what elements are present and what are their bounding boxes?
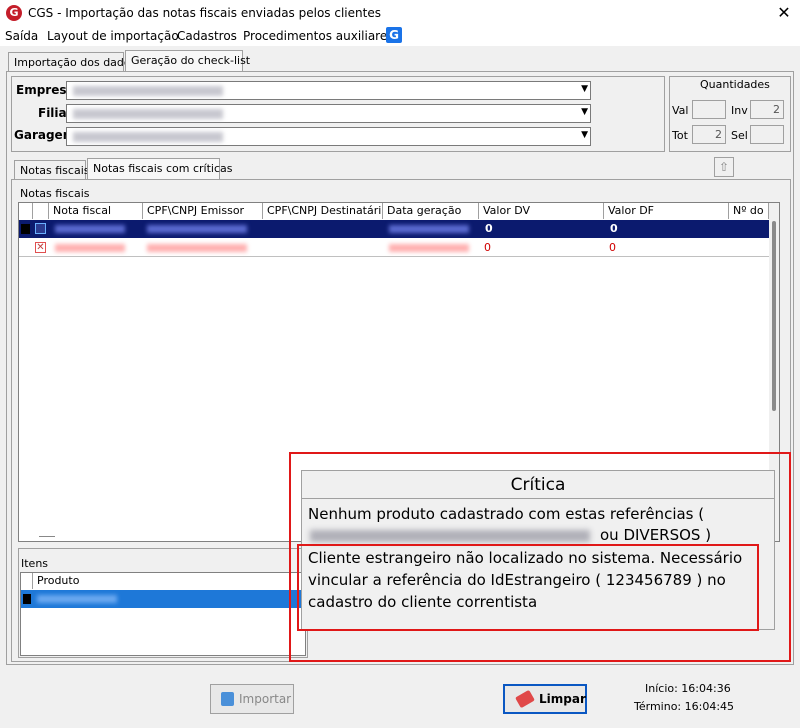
critica-msg1-line1: Nenhum produto cadastrado com estas refe… — [308, 505, 705, 523]
notas-section-label: Notas fiscais — [20, 187, 90, 200]
termino-time: Término: 16:04:45 — [634, 700, 735, 713]
menu-procedimentos[interactable]: Procedimentos auxiliares — [243, 29, 393, 43]
table-row[interactable]: ✕ 0 0 — [19, 239, 769, 257]
filial-select[interactable]: ▼ — [66, 104, 591, 123]
col-data-geracao[interactable]: Data geração — [383, 203, 479, 219]
row-checkbox[interactable] — [35, 223, 46, 234]
critica-msg2-line1: Cliente estrangeiro não localizado no si… — [308, 549, 743, 567]
col-nota-fiscal[interactable]: Nota fiscal — [49, 203, 143, 219]
empresa-select[interactable]: ▼ — [66, 81, 591, 100]
valor-df-cell: 0 — [609, 241, 616, 254]
inv-field[interactable]: 2 — [750, 100, 784, 119]
g-logo-icon[interactable]: G — [386, 27, 402, 43]
chevron-down-icon: ▼ — [581, 84, 588, 94]
val-label: Val — [672, 104, 689, 117]
critica-msg2-line3: cadastro do cliente correntista — [308, 593, 538, 611]
quantidades-title: Quantidades — [700, 78, 770, 91]
arrow-up-icon[interactable]: ⇧ — [714, 157, 734, 177]
scroll-thumb[interactable] — [772, 221, 776, 411]
tot-field[interactable]: 2 — [692, 125, 726, 144]
valor-dv-cell: 0 — [485, 222, 493, 235]
col-valor-dv[interactable]: Valor DV — [479, 203, 604, 219]
close-icon[interactable]: ✕ — [772, 2, 796, 24]
col-cnpj-emissor[interactable]: CPF\CNPJ Emissor — [143, 203, 263, 219]
app-logo-icon: G — [6, 5, 22, 21]
chevron-down-icon: ▼ — [581, 130, 588, 140]
tab-importacao-dados[interactable]: Importação dos dados — [8, 52, 136, 72]
critica-msg1-line2: ou DIVERSOS ) — [600, 526, 712, 544]
tab-notas-fiscais[interactable]: Notas fiscais — [14, 160, 89, 180]
error-x-icon[interactable]: ✕ — [35, 242, 46, 253]
row-indicator — [21, 224, 30, 234]
valor-dv-cell: 0 — [484, 241, 491, 254]
col-valor-df[interactable]: Valor DF — [604, 203, 729, 219]
chevron-down-icon: ▼ — [581, 107, 588, 117]
critica-title: Crítica — [302, 471, 774, 499]
importar-button[interactable]: Importar — [210, 684, 294, 714]
tab-geracao-checklist[interactable]: Geração do check-list — [125, 50, 250, 72]
col-cnpj-destinatario[interactable]: CPF\CNPJ Destinatário — [263, 203, 383, 219]
inicio-time: Início: 16:04:36 — [645, 682, 731, 695]
importar-label: Importar — [239, 692, 292, 706]
val-field[interactable] — [692, 100, 726, 119]
inv-label: Inv — [731, 104, 748, 117]
itens-section-label: Itens — [21, 557, 49, 570]
itens-grid: Produto — [20, 572, 306, 656]
floppy-disk-icon — [221, 692, 234, 706]
eraser-icon — [515, 689, 535, 709]
garagem-select[interactable]: ▼ — [66, 127, 591, 146]
col-produto[interactable]: Produto — [33, 573, 305, 589]
limpar-label: Limpar — [539, 692, 586, 706]
list-item[interactable] — [21, 590, 305, 608]
sel-field[interactable] — [750, 125, 784, 144]
menu-saida[interactable]: Saída — [5, 29, 38, 43]
menu-cadastros[interactable]: Cadastros — [177, 29, 237, 43]
table-row[interactable]: 0 0 — [19, 220, 769, 238]
tot-label: Tot — [672, 129, 688, 142]
sel-label: Sel — [731, 129, 748, 142]
limpar-button[interactable]: Limpar — [503, 684, 587, 714]
menu-layout-importacao[interactable]: Layout de importação — [47, 29, 179, 43]
col-numero[interactable]: Nº do — [729, 203, 769, 219]
valor-df-cell: 0 — [610, 222, 618, 235]
critica-msg2-line2: vincular a referência do IdEstrangeiro (… — [308, 571, 726, 589]
tab-notas-criticas[interactable]: Notas fiscais com críticas — [87, 158, 232, 180]
window-title: CGS - Importação das notas fiscais envia… — [28, 6, 381, 20]
